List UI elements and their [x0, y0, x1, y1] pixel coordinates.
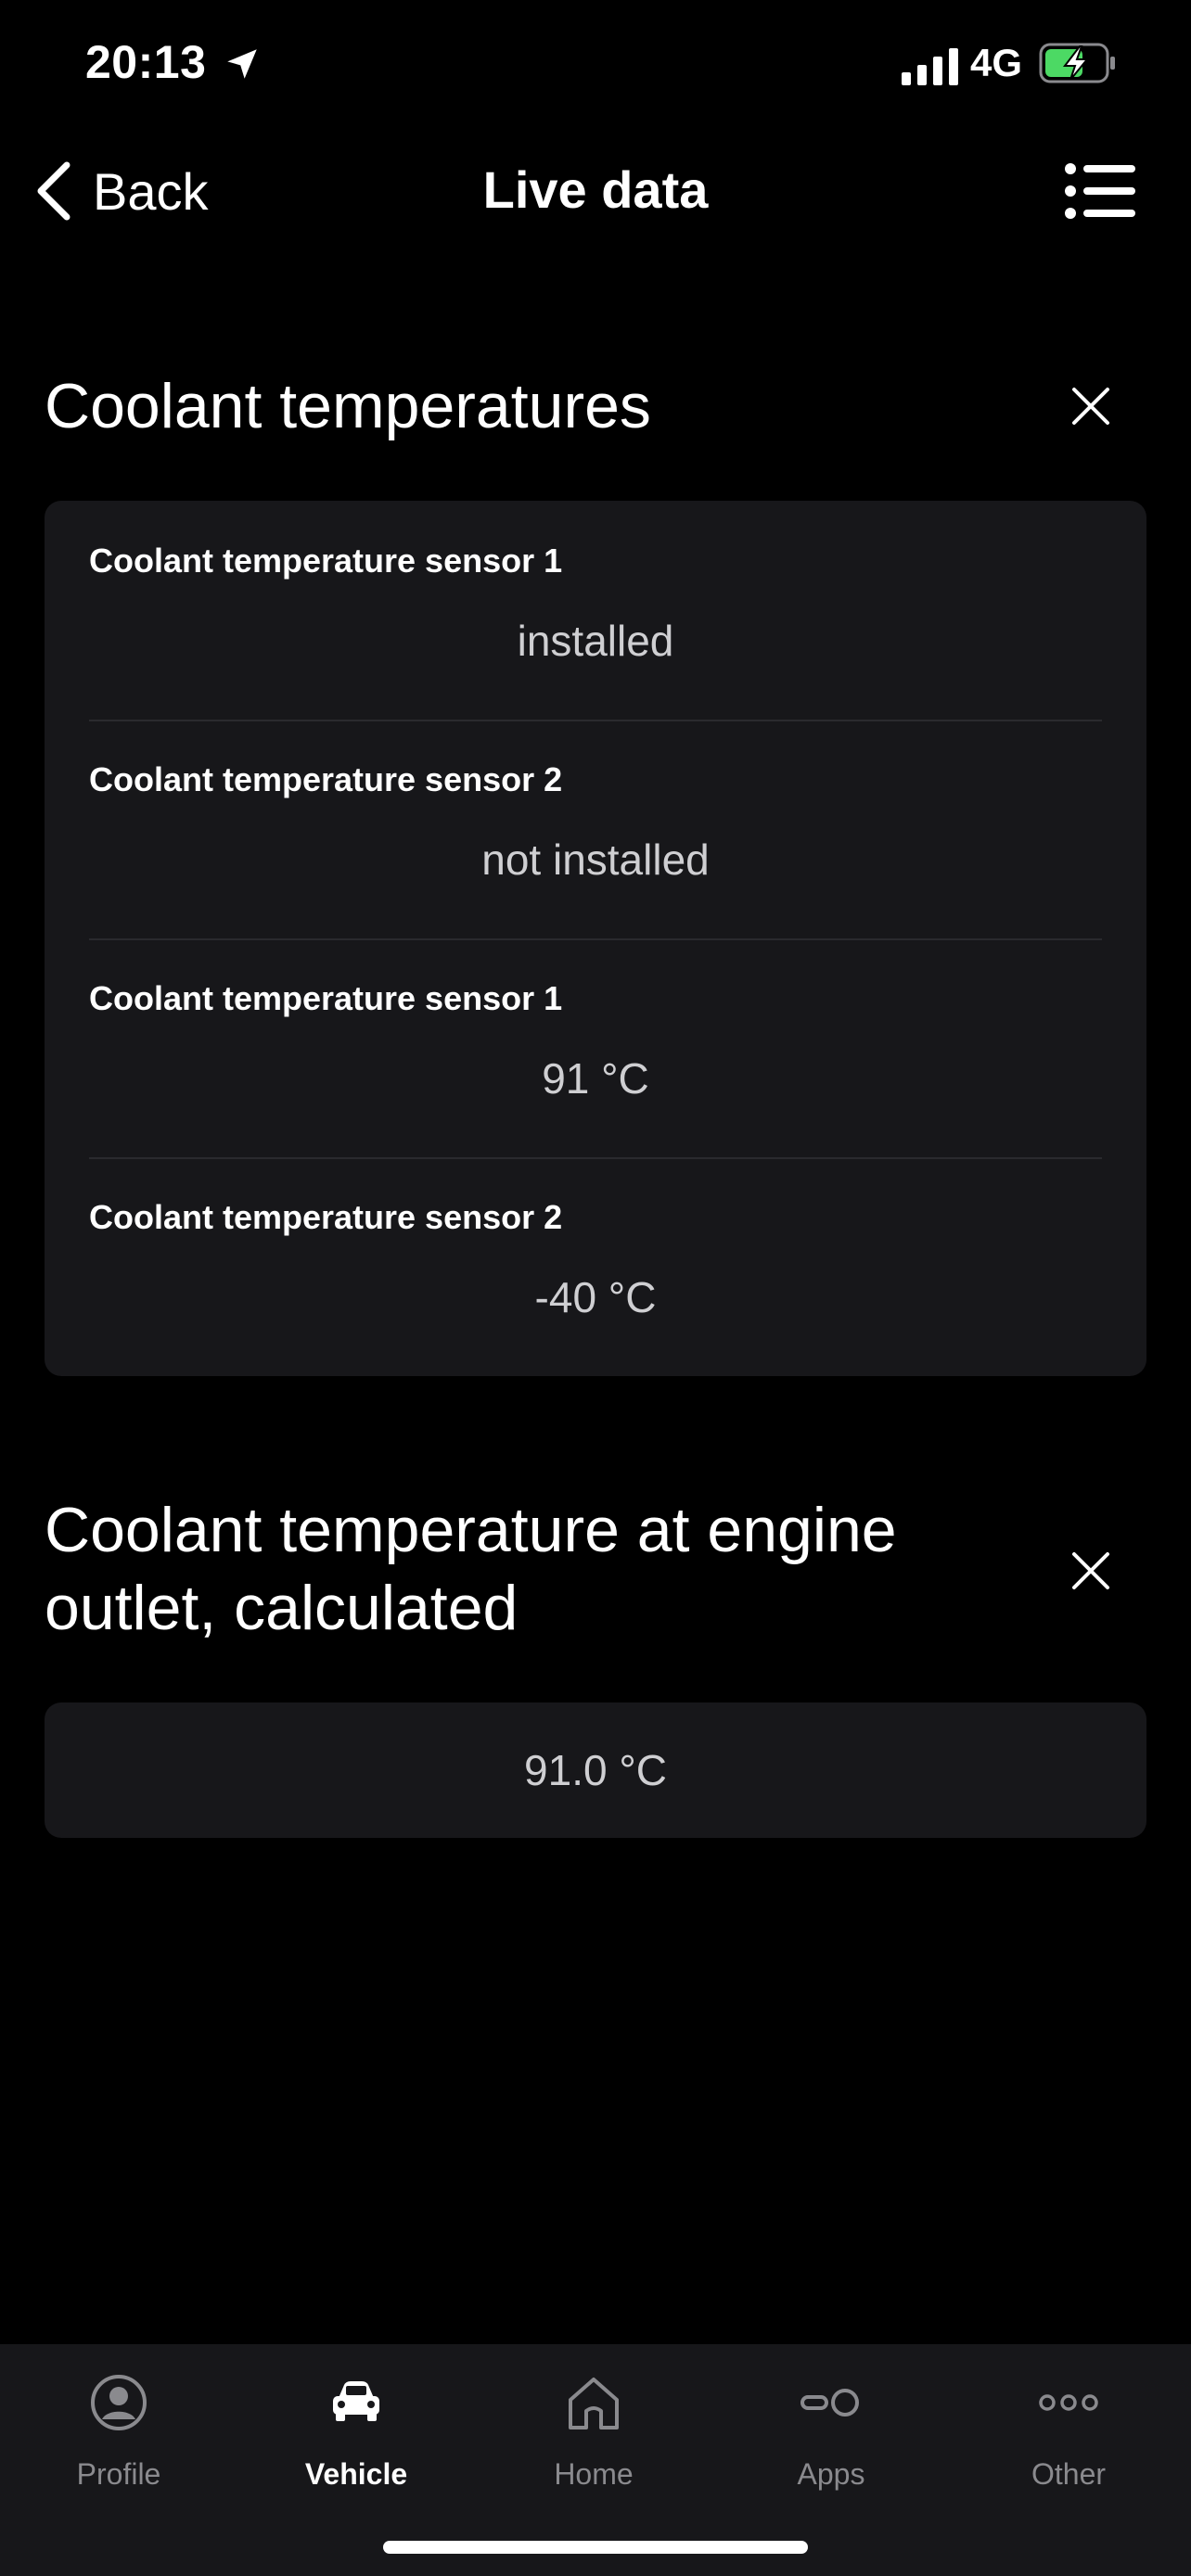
close-icon[interactable]	[1061, 1541, 1121, 1600]
section-title: Coolant temperature at engine outlet, ca…	[45, 1495, 897, 1643]
list-item: Coolant temperature sensor 1 installed	[45, 501, 1146, 720]
list-item: Coolant temperature sensor 2 not install…	[45, 720, 1146, 938]
list-menu-icon[interactable]	[1063, 161, 1137, 221]
tab-label: Other	[1031, 2457, 1107, 2491]
engine-outlet-card: 91.0 °C	[45, 1702, 1146, 1838]
tab-other[interactable]: Other	[950, 2344, 1187, 2511]
page-title: Live data	[482, 160, 709, 219]
tab-home[interactable]: Home	[475, 2344, 712, 2511]
row-value: -40 °C	[534, 1273, 657, 1321]
list-item: Coolant temperature sensor 2 -40 °C	[45, 1157, 1146, 1376]
home-icon	[569, 2378, 619, 2429]
navigation-bar: Back Live data	[0, 139, 1191, 241]
tab-label: Vehicle	[304, 2457, 408, 2491]
cellular-signal-icon	[902, 48, 958, 85]
value-text: 91.0 °C	[524, 1746, 667, 1794]
list-item: Coolant temperature sensor 1 91 °C	[45, 938, 1146, 1157]
row-label: Coolant temperature sensor 2	[89, 760, 563, 798]
tab-apps[interactable]: Apps	[712, 2344, 950, 2511]
profile-icon	[91, 2375, 147, 2430]
network-type: 4G	[970, 41, 1023, 84]
screen: 20:13 4G Back Live data Coolant temperat…	[0, 0, 1191, 2576]
row-label: Coolant temperature sensor 2	[89, 1198, 563, 1236]
more-icon	[1039, 2394, 1098, 2411]
row-label: Coolant temperature sensor 1	[89, 979, 563, 1017]
row-value: not installed	[481, 835, 710, 884]
coolant-temperatures-card: Coolant temperature sensor 1 installed C…	[45, 501, 1146, 1376]
location-arrow-icon	[227, 49, 257, 79]
close-icon[interactable]	[1061, 376, 1121, 436]
tab-profile[interactable]: Profile	[0, 2344, 237, 2511]
section-header-coolant-temperatures: Coolant temperatures	[45, 367, 1146, 445]
tab-label: Home	[554, 2457, 634, 2491]
apps-icon	[800, 2389, 859, 2417]
row-value: installed	[517, 617, 674, 665]
battery-charging-icon	[1039, 43, 1115, 83]
status-time: 20:13	[85, 36, 207, 88]
section-title: Coolant temperatures	[45, 371, 651, 441]
tab-label: Apps	[797, 2457, 865, 2491]
car-icon	[333, 2381, 379, 2421]
tab-vehicle[interactable]: Vehicle	[237, 2344, 475, 2511]
tab-label: Profile	[76, 2457, 161, 2491]
row-label: Coolant temperature sensor 1	[89, 542, 563, 580]
section-header-engine-outlet: Coolant temperature at engine outlet, ca…	[45, 1491, 1146, 1647]
home-indicator	[383, 2541, 808, 2554]
row-value: 91 °C	[542, 1054, 649, 1103]
status-bar: 20:13 4G	[0, 0, 1191, 139]
